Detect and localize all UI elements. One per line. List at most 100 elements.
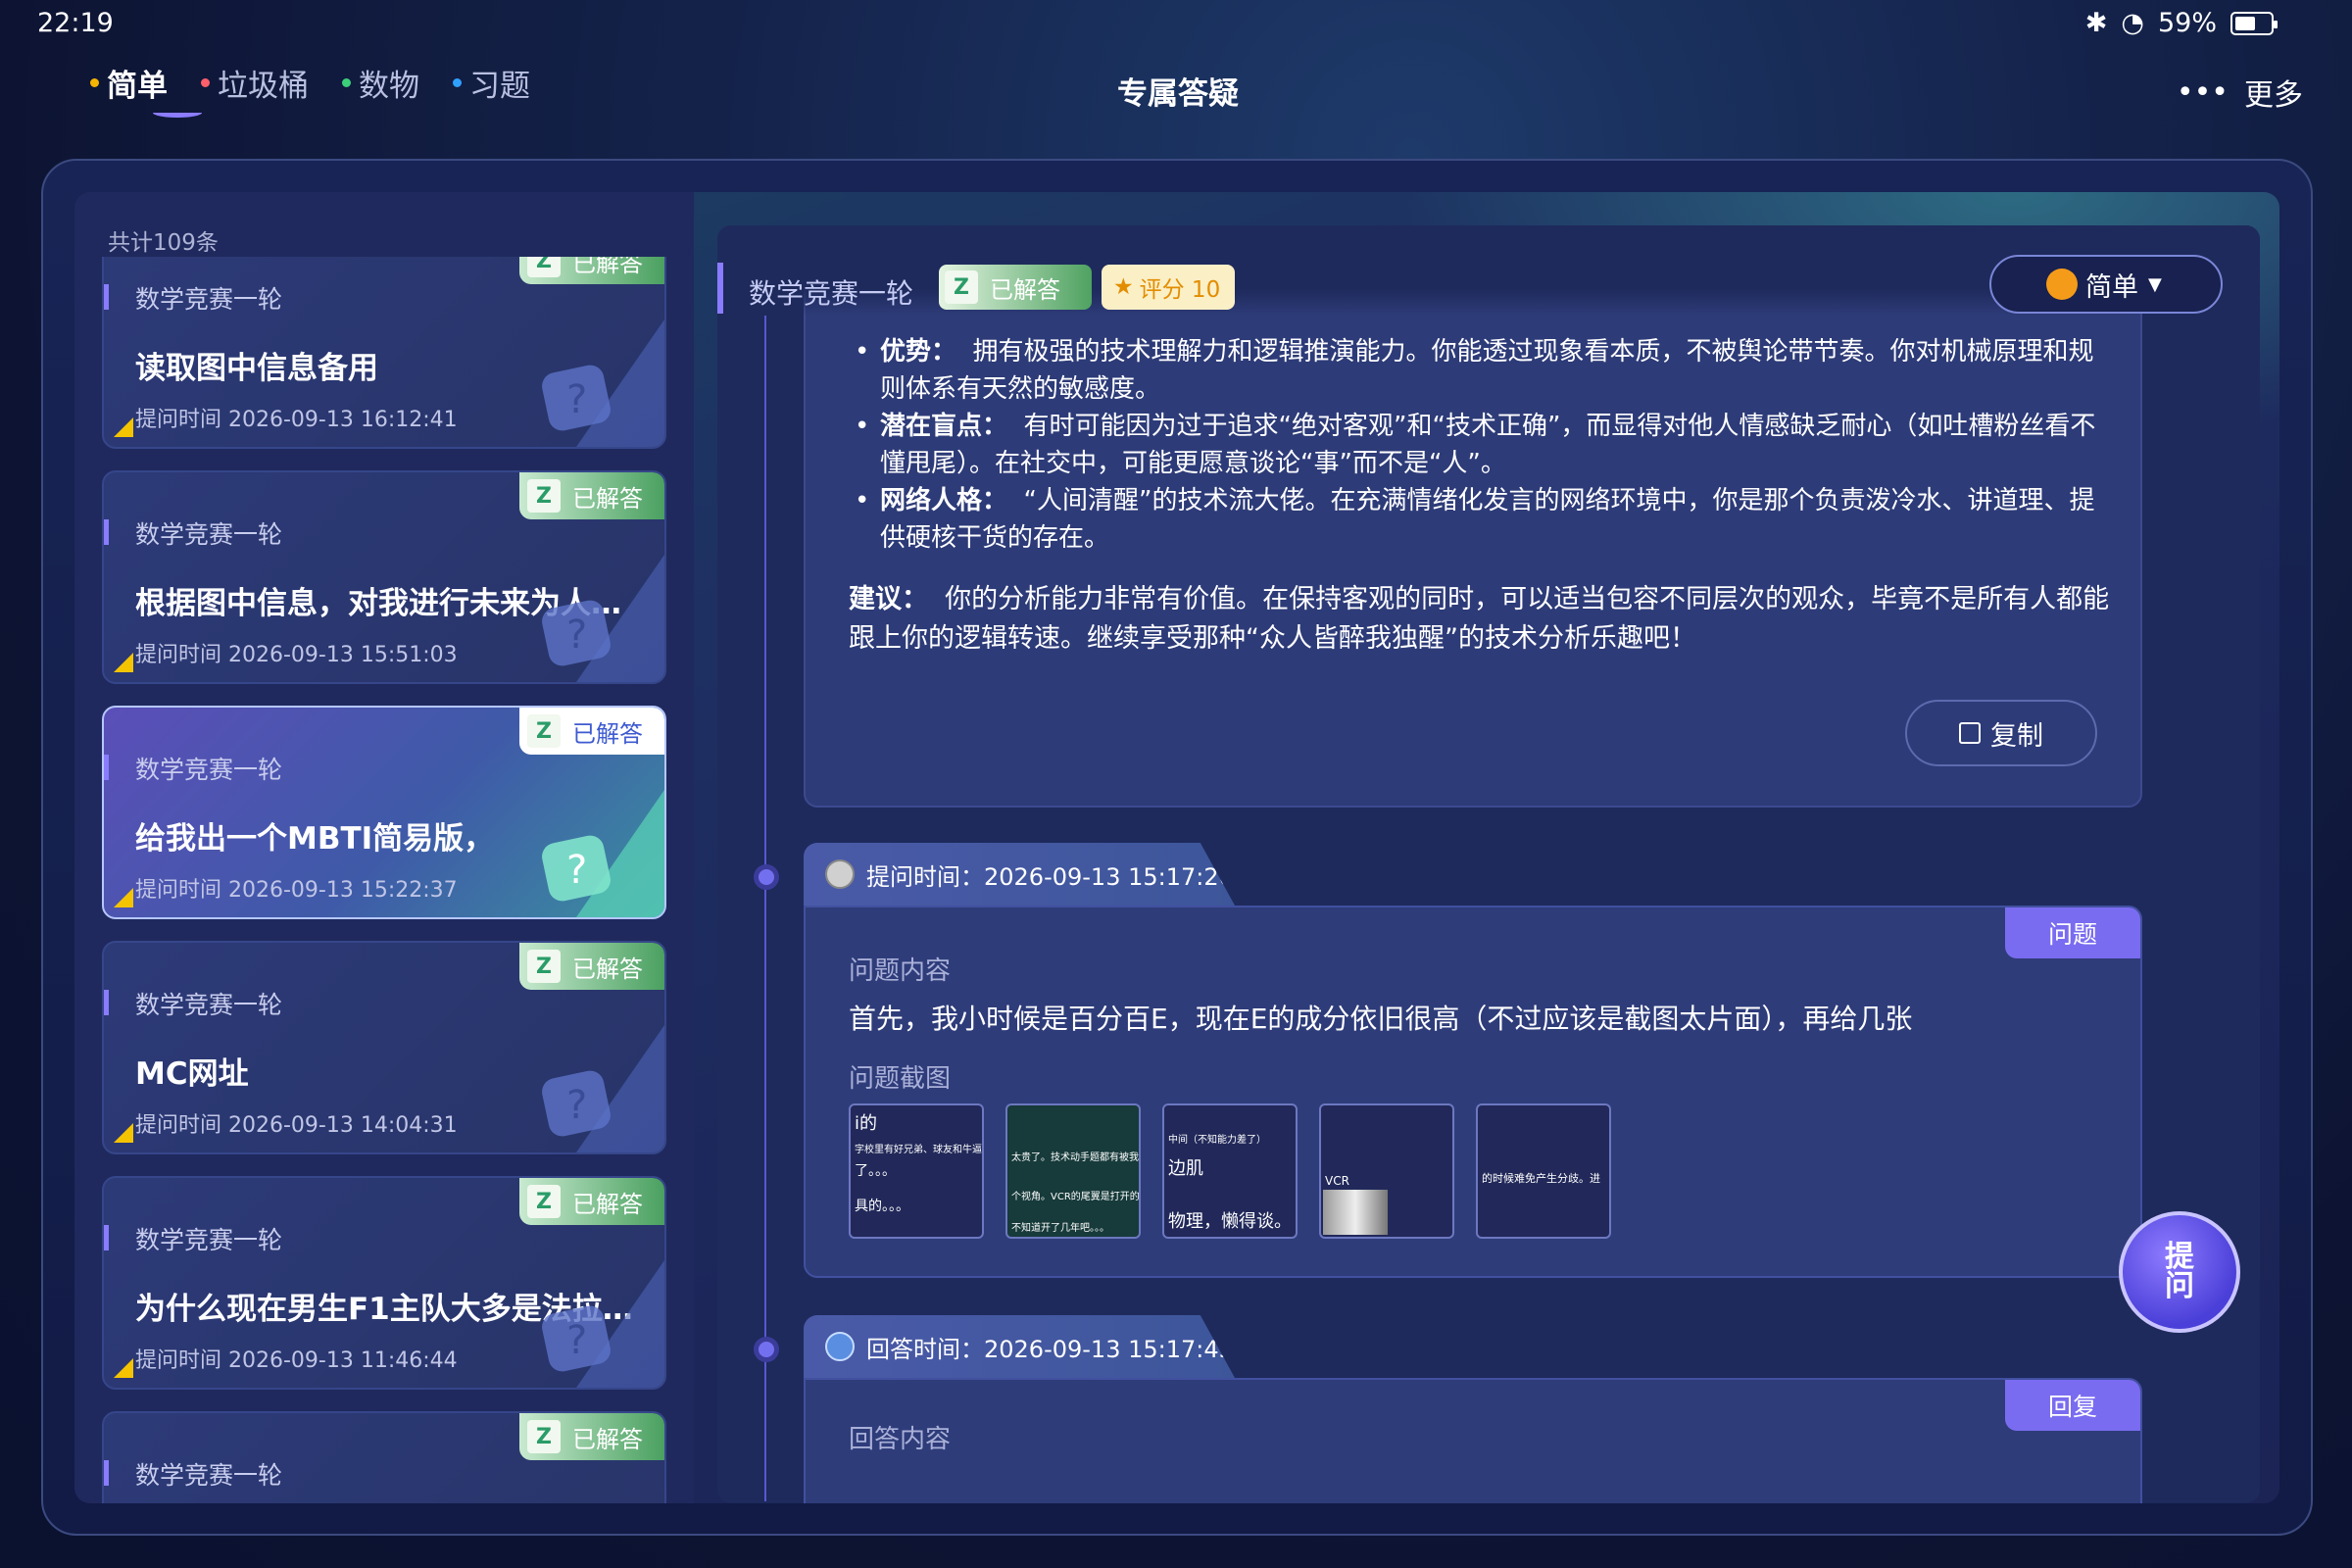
difficulty-dropdown[interactable]: 简单 ▼ — [1989, 255, 2223, 314]
card-accent — [104, 519, 109, 545]
card-accent — [104, 990, 109, 1015]
question-list-panel: 共计109条 数学竞赛一轮 读取图中信息备用 提问时间 2026-09-13 1… — [74, 192, 694, 1503]
card-time: 提问时间 2026-09-13 16:12:41 — [135, 408, 458, 432]
card-category: 数学竞赛一轮 — [135, 1226, 283, 1254]
screenshot-thumb[interactable]: i的 字校里有好兄弟、球友和牛逼， 了。。。 具的。。。 — [849, 1103, 984, 1239]
bullet-head: 潜在盲点： — [880, 412, 1008, 441]
question-mark-icon: ? — [542, 1025, 664, 1152]
card-accent — [104, 284, 109, 310]
thumb-text: 字校里有好兄弟、球友和牛逼， — [855, 1145, 984, 1155]
bullet-text: “人间清醒”的技术流大佬。在充满情绪化发言的网络环境中，你是那个负责泼冷水、讲道… — [880, 486, 2095, 553]
list-item[interactable]: 数学竞赛一轮 为什么现在男生F1主队大多是法拉利… 提问时间 2026-09-1… — [102, 1176, 666, 1390]
tab-label: 习题 — [469, 69, 530, 104]
copy-icon — [1959, 722, 1981, 744]
tab-label: 数物 — [359, 69, 419, 104]
thumb-text: 中间（不知能力差了） — [1168, 1135, 1266, 1146]
card-category: 数学竞赛一轮 — [135, 756, 283, 784]
bullet-head: 优势： — [880, 337, 957, 367]
bullet-item: 网络人格： “人间清醒”的技术流大佬。在充满情绪化发言的网络环境中，你是那个负责… — [845, 482, 2109, 557]
screenshot-thumb[interactable]: 中间（不知能力差了） 边肌物理，懒得谈。 — [1162, 1103, 1298, 1239]
more-label: 更多 — [2244, 78, 2303, 113]
thumb-text: 了。。。 — [855, 1163, 896, 1179]
card-category: 数学竞赛一轮 — [135, 520, 283, 549]
timeline-node — [754, 1337, 779, 1362]
tab-math-physics[interactable]: 数物 — [342, 61, 419, 105]
question-card: 问题 问题内容 首先，我小时候是百分百E，现在E的成分依旧很高（不过应该是截图太… — [804, 906, 2142, 1278]
avatar — [825, 1332, 855, 1361]
answer-label: 回答内容 — [849, 1425, 952, 1454]
tab-simple[interactable]: 简单 — [90, 61, 202, 118]
svg-text:?: ? — [566, 377, 587, 422]
list-item[interactable]: 数学竞赛一轮 根据图中信息，对我进行未来为人规划 提问时间 2026-09-13… — [102, 470, 666, 684]
answer-bullets: 优势： 拥有极强的技术理解力和逻辑推演能力。你能透过现象看本质，不被舆论带节奏。… — [845, 333, 2109, 557]
card-accent — [104, 1225, 109, 1250]
timeline-node — [754, 864, 779, 890]
thumb-text: 边肌 — [1168, 1158, 1203, 1179]
list-item[interactable]: 数学竞赛一轮 读取图中信息备用 提问时间 2026-09-13 16:12:41… — [102, 257, 666, 449]
tab-trash[interactable]: 垃圾桶 — [201, 61, 309, 105]
detail-header: 数学竞赛一轮 Z 已解答 ★ 评分 10 简单 ▼ — [717, 225, 2260, 316]
z-icon: Z — [945, 270, 978, 304]
card-time: 提问时间 2026-09-13 14:04:31 — [135, 1113, 458, 1138]
z-icon: Z — [527, 950, 561, 983]
question-list[interactable]: 数学竞赛一轮 读取图中信息备用 提问时间 2026-09-13 16:12:41… — [102, 257, 666, 1503]
bullet-head: 网络人格： — [880, 486, 1008, 515]
tab-label: 垃圾桶 — [218, 69, 309, 104]
answered-badge: Z 已解答 — [519, 472, 664, 519]
badge-label: 已解答 — [572, 257, 643, 277]
battery-icon — [2230, 11, 2278, 35]
tab-label: 简单 — [107, 69, 168, 104]
question-time-tab: 提问时间：2026-09-13 15:17:20 — [804, 843, 1235, 906]
question-text: 首先，我小时候是百分百E，现在E的成分依旧很高（不过应该是截图太片面），再给几张 — [849, 1003, 1913, 1035]
list-item[interactable]: 数学竞赛一轮 MC网址 提问时间 2026-09-13 14:04:31 Z 已解… — [102, 941, 666, 1154]
answered-badge: Z 已解答 — [519, 1413, 664, 1460]
z-icon: Z — [527, 1420, 561, 1453]
header-accent — [717, 263, 723, 314]
thumb-text: 个视角。VCR的尾翼是打开的， — [1011, 1192, 1141, 1202]
card-category: 数学竞赛一轮 — [135, 285, 283, 314]
status-icons: ✱ ◔ 59% — [2085, 8, 2278, 38]
svg-text:?: ? — [566, 1083, 587, 1128]
badge-label: 已解答 — [572, 1190, 643, 1218]
tab-exercises[interactable]: 习题 — [453, 61, 530, 105]
ask-question-button[interactable]: 提问 — [2119, 1211, 2240, 1333]
tab-dot — [453, 78, 462, 87]
question-label: 问题内容 — [849, 956, 952, 986]
copy-label: 复制 — [1990, 720, 2043, 752]
ellipsis-icon: ••• — [2176, 74, 2229, 110]
detail-content[interactable]: 优势： 拥有极强的技术理解力和逻辑推演能力。你能透过现象看本质，不被舆论带节奏。… — [717, 225, 2260, 1503]
corner-marker — [114, 1358, 133, 1378]
star-icon: ★ — [1113, 274, 1134, 300]
answered-badge: Z 已解答 — [939, 265, 1092, 310]
bullet-item: 优势： 拥有极强的技术理解力和逻辑推演能力。你能透过现象看本质，不被舆论带节奏。… — [845, 333, 2109, 408]
badge-label: 已解答 — [572, 719, 643, 748]
list-item[interactable]: 数学竞赛一轮 Z 已解答 — [102, 1411, 666, 1503]
thumb-text: 物理，懒得谈。 — [1168, 1211, 1292, 1232]
badge-label: 已解答 — [990, 275, 1060, 304]
card-accent — [104, 1460, 109, 1486]
list-item-selected[interactable]: 数学竞赛一轮 给我出一个MBTI简易版， 提问时间 2026-09-13 15:… — [102, 706, 666, 919]
question-tag: 问题 — [2005, 907, 2140, 958]
question-time: 提问时间：2026-09-13 15:17:20 — [866, 862, 1234, 891]
screenshot-thumb[interactable]: VCR — [1319, 1103, 1454, 1239]
top-tabs: 简单 垃圾桶 数物 习题 — [90, 61, 530, 118]
screenshot-thumb[interactable]: 太贵了。技术动手题都有被我教了个视角。VCR的尾翼是打开的， 不知道开了几年吧。。… — [1005, 1103, 1141, 1239]
total-count: 共计109条 — [108, 230, 219, 256]
thumb-text: VCR — [1325, 1174, 1349, 1188]
card-time: 提问时间 2026-09-13 15:22:37 — [135, 878, 458, 903]
bullet-text: 有时可能因为过于追求“绝对客观”和“技术正确”，而显得对他人情感缺乏耐心（如吐槽… — [880, 412, 2096, 478]
card-accent — [104, 755, 109, 780]
avatar — [825, 859, 855, 889]
tab-dot — [201, 78, 210, 87]
z-icon: Z — [527, 714, 561, 748]
screenshot-thumb[interactable]: 的时候难免产生分歧。进 — [1476, 1103, 1611, 1239]
answer-time-tab: 回答时间：2026-09-13 15:17:43 — [804, 1315, 1235, 1378]
question-mark-icon: ? — [542, 555, 664, 682]
screenshot-label: 问题截图 — [849, 1064, 952, 1094]
svg-text:?: ? — [566, 848, 587, 893]
thumb-text: 不知道开了几年吧。。。 — [1011, 1223, 1109, 1234]
copy-button[interactable]: 复制 — [1905, 700, 2097, 766]
detail-category: 数学竞赛一轮 — [749, 277, 914, 310]
more-button[interactable]: ••• 更多 — [2177, 71, 2303, 114]
score-badge: ★ 评分 10 — [1102, 265, 1235, 310]
